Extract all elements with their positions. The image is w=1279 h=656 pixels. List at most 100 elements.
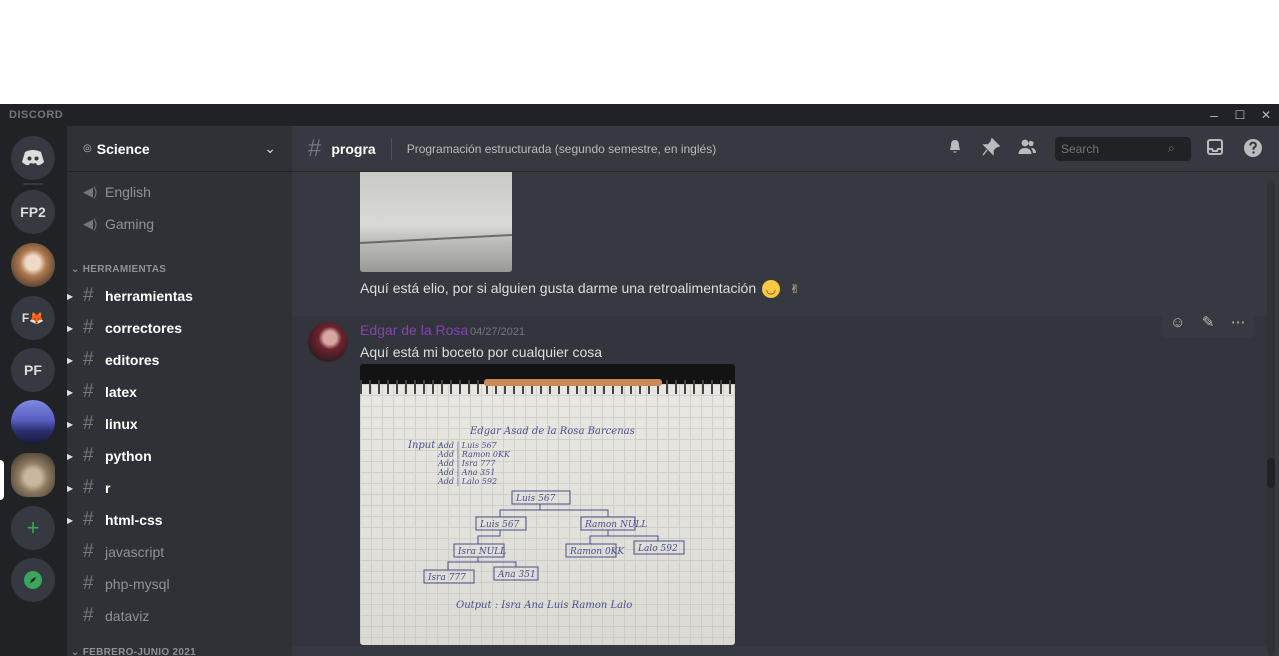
message-list: Aquí está elio, por si alguien gusta dar… [292,172,1279,656]
sketch-input-5: Add | Lalo 592 [437,477,497,486]
unread-indicator-icon: ▶ [67,515,74,525]
unread-indicator-icon: ▶ [67,387,74,397]
category-febrero-junio[interactable]: ⌄ FEBRERO-JUNIO 2021 [71,647,196,656]
compass-icon [24,571,42,589]
more-options-icon[interactable]: ⋯ [1231,313,1246,331]
home-button[interactable] [11,136,55,180]
hash-icon: # [83,317,94,338]
add-server-button[interactable]: + [11,506,55,550]
speaker-icon: ◀) [83,184,98,199]
scrollbar-track[interactable] [1267,180,1275,656]
server-teddy[interactable] [11,243,55,287]
hash-icon: # [83,413,94,434]
channel-herramientas[interactable]: ▶ # herramientas [67,282,292,310]
channel-label: latex [105,384,137,400]
discord-wordmark: DISCORD [9,109,64,121]
bell-icon[interactable] [944,138,966,156]
unread-indicator-icon: ▶ [67,419,74,429]
guild-header[interactable]: ◎ Science ⌄ [67,126,292,172]
help-icon[interactable] [1242,138,1264,158]
channel-label: herramientas [105,288,193,304]
minimize-button[interactable]: – [1203,105,1225,125]
message-text: Aquí está elio, por si alguien gusta dar… [360,280,757,296]
hash-icon: # [83,285,94,306]
channel-python[interactable]: ▶ # python [67,442,292,470]
relieved-face-emoji-icon: ◡ [762,280,781,299]
avatar[interactable] [308,322,348,362]
paper-fold [360,234,512,244]
explore-servers-button[interactable] [11,558,55,602]
pin-icon[interactable] [980,138,1002,156]
channel-r[interactable]: ▶ # r [67,474,292,502]
close-button[interactable]: ✕ [1255,105,1277,125]
sketch-input-1: Add | Luis 567 [437,441,498,450]
server-pf[interactable]: PF [11,348,55,392]
channel-label: correctores [105,320,183,336]
channel-label: linux [105,416,138,432]
server-landscape[interactable] [11,400,55,444]
inbox-icon[interactable] [1204,138,1226,156]
category-label: FEBRERO-JUNIO 2021 [82,647,196,656]
unread-indicator-icon: ▶ [67,355,74,365]
channel-sidebar: ◎ Science ⌄ ◀) English ◀) Gaming ⌄ HERRA… [67,126,292,656]
channel-php-mysql[interactable]: # php-mysql [67,570,292,598]
channel-correctores[interactable]: ▶ # correctores [67,314,292,342]
guild-name: Science [96,140,150,157]
tree-node-llr: Ana 351 [497,570,536,580]
sketch-title: Edgar Asad de la Rosa Barcenas [469,426,635,437]
sketch-input-4: Add | Ana 351 [437,468,495,477]
channel-dataviz[interactable]: # dataviz [67,602,292,630]
hash-icon: # [83,605,94,626]
tree-node-ll: Isra NULL [457,547,506,557]
attachment-image-sketch[interactable]: Edgar Asad de la Rosa Barcenas Input : A… [360,364,735,645]
plus-icon: + [26,515,40,540]
sketch-input-label: Input : [407,440,442,451]
channel-editores[interactable]: ▶ # editores [67,346,292,374]
voice-channel-gaming[interactable]: ◀) Gaming [67,210,292,238]
tree-node-root: Luis 567 [515,494,556,504]
discord-logo-icon [22,150,44,166]
server-fp2[interactable]: FP2 [11,190,55,234]
channel-html-css[interactable]: ▶ # html-css [67,506,292,534]
channel-label: English [105,184,151,200]
sketch-input-2: Add | Ramon 0KK [437,450,511,459]
unread-indicator-icon: ▶ [67,483,74,493]
server-f-fox[interactable]: F🦊 [11,296,55,340]
hash-icon: # [83,509,94,530]
hash-icon: # [83,445,94,466]
unread-indicator-icon: ▶ [67,323,74,333]
tree-node-left: Luis 567 [479,520,520,530]
server-cat[interactable] [11,453,55,497]
channel-topic[interactable]: Programación estructurada (segundo semes… [407,142,717,156]
members-icon[interactable] [1016,138,1038,156]
message-timestamp: 04/27/2021 [470,326,526,338]
category-label: HERRAMIENTAS [82,264,167,275]
chevron-down-icon: ⌄ [264,140,276,156]
notebook-paper: Edgar Asad de la Rosa Barcenas Input : A… [360,384,735,645]
chat-header: # progra Programación estructurada (segu… [292,126,1279,172]
channel-linux[interactable]: ▶ # linux [67,410,292,438]
channel-title: progra [331,140,376,157]
message-author[interactable]: Edgar de la Rosa [360,322,468,338]
discord-app: DISCORD – ☐ ✕ FP2 F🦊 PF + ◎ Science ⌄ ◀)… [0,104,1279,656]
tree-node-lll: Isra 777 [427,573,466,583]
channel-label: python [105,448,152,464]
channel-latex[interactable]: ▶ # latex [67,378,292,406]
channel-label: php-mysql [105,576,170,592]
sketch-drawing: Edgar Asad de la Rosa Barcenas Input : A… [407,426,685,611]
header-divider [390,137,392,160]
maximize-button[interactable]: ☐ [1229,105,1251,125]
message-content-previous: Aquí está elio, por si alguien gusta dar… [360,280,804,299]
pencil [484,379,662,386]
add-reaction-icon[interactable]: ☺ [1170,314,1185,331]
message-content: Aquí está mi boceto por cualquier cosa [360,344,603,360]
scrollbar-thumb[interactable] [1267,458,1275,488]
voice-channel-english[interactable]: ◀) English [67,178,292,206]
edit-pencil-icon[interactable]: ✎ [1202,313,1215,331]
sketch-output: Output : Isra Ana Luis Ramon Lalo [456,600,632,611]
hash-icon: # [83,477,94,498]
category-herramientas[interactable]: ⌄ HERRAMIENTAS [71,264,166,275]
hash-icon: # [83,573,94,594]
channel-javascript[interactable]: # javascript [67,538,292,566]
attachment-image-previous[interactable] [360,172,512,272]
